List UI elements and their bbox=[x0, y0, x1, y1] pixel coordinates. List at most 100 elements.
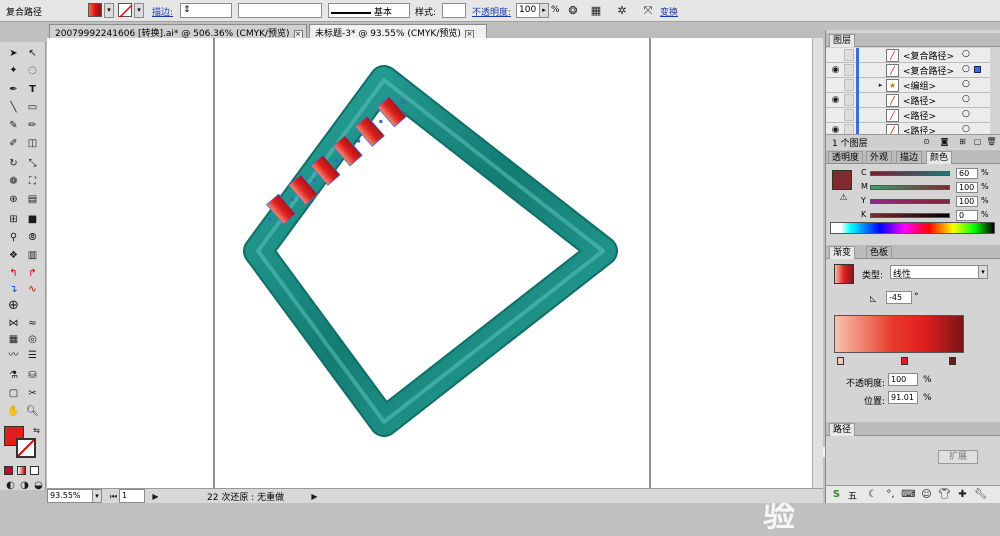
color-fill-swatch[interactable] bbox=[832, 170, 852, 190]
opacity-link[interactable]: 不透明度: bbox=[472, 5, 511, 18]
wave-tool-icon[interactable]: ≈ bbox=[24, 316, 41, 331]
stroke-color-box[interactable] bbox=[16, 438, 36, 458]
isolate-icon[interactable]: ✲ bbox=[614, 3, 630, 19]
anchor-point[interactable] bbox=[312, 178, 316, 182]
eyedropper-tool-icon[interactable]: ⚲ bbox=[5, 230, 22, 245]
ime-mode-label[interactable]: 五 bbox=[848, 489, 857, 502]
moon-icon[interactable]: ☾ bbox=[864, 487, 881, 502]
stroke-weight-field[interactable]: ⇕ bbox=[180, 3, 232, 18]
diamond-frame[interactable] bbox=[243, 65, 618, 437]
line-tool-icon[interactable]: ╲ bbox=[5, 100, 22, 115]
anchor-point[interactable] bbox=[379, 120, 383, 123]
lock-toggle[interactable] bbox=[844, 94, 854, 106]
layer-row[interactable]: ▸ ★ <编组> ○ bbox=[826, 78, 990, 93]
selection-tool-icon[interactable]: ➤ bbox=[5, 46, 22, 61]
stroke-dropdown-arrow[interactable]: ▾ bbox=[134, 3, 144, 18]
layer-row[interactable]: ╱ <复合路径> ○ bbox=[826, 48, 990, 63]
lock-toggle[interactable] bbox=[844, 64, 854, 76]
target-circle-icon[interactable]: ○ bbox=[962, 124, 970, 134]
zoom-dropdown-arrow[interactable]: ▾ bbox=[92, 489, 102, 503]
tab-layers[interactable]: 图层 bbox=[829, 34, 856, 47]
direct-selection-tool-icon[interactable]: ↖ bbox=[24, 46, 41, 61]
canvas[interactable]: Bai 经验 jingyan.baidu.com bbox=[47, 38, 898, 534]
magic-wand-tool-icon[interactable]: ✦ bbox=[5, 63, 22, 78]
channel-track[interactable] bbox=[870, 213, 950, 218]
gradient-thumbnail[interactable] bbox=[834, 264, 854, 284]
visibility-eye-icon[interactable]: ◉ bbox=[827, 63, 844, 78]
tab-appearance[interactable]: 外观 bbox=[866, 151, 893, 164]
target-circle-icon[interactable]: ○ bbox=[962, 64, 970, 74]
trash-icon[interactable]: 🗑︎ bbox=[983, 134, 1000, 149]
fill-swatch[interactable] bbox=[88, 3, 102, 17]
stroke-link[interactable]: 描边: bbox=[152, 5, 173, 18]
tab-stroke[interactable]: 描边 bbox=[896, 151, 923, 164]
recolor-icon[interactable]: ❂ bbox=[565, 3, 581, 19]
knife-tool-icon[interactable]: ✂ bbox=[24, 386, 41, 401]
layer-row[interactable]: ◉ ╱ <路径> ○ bbox=[826, 93, 990, 108]
envelope-tool-icon[interactable]: ⋈ bbox=[5, 316, 22, 331]
target-circle-icon[interactable]: ○ bbox=[962, 109, 970, 119]
channel-value[interactable]: 100 bbox=[956, 196, 978, 207]
tab-document-1[interactable]: 20079992241606 [转换].ai* @ 506.36% (CMYK/… bbox=[49, 24, 307, 39]
gradient-tool-icon[interactable]: ■ bbox=[24, 212, 41, 227]
screen-mode-icon[interactable]: ◒ bbox=[30, 478, 47, 493]
crosshair-tool-icon[interactable]: ⊕ bbox=[5, 298, 22, 313]
style-select[interactable] bbox=[442, 3, 466, 18]
symbol-sprayer-tool-icon[interactable]: ❖ bbox=[5, 248, 22, 263]
blob-brush-tool-icon[interactable]: ✐ bbox=[5, 136, 22, 151]
live-paint-tool-icon[interactable]: ▤ bbox=[24, 192, 41, 207]
pencil-tool-icon[interactable]: ✏ bbox=[24, 118, 41, 133]
emoji-icon[interactable]: ☺ bbox=[918, 487, 935, 502]
swap-colors-icon[interactable]: ⇆ bbox=[28, 423, 45, 438]
gradient-stop-1[interactable] bbox=[837, 357, 844, 365]
zoom-tool-icon[interactable]: 🔍︎ bbox=[24, 404, 41, 419]
channel-value[interactable]: 0 bbox=[956, 210, 978, 221]
shape-builder-tool-icon[interactable]: ⊕ bbox=[5, 192, 22, 207]
opacity-input[interactable]: 100 bbox=[516, 3, 540, 18]
tab-color[interactable]: 颜色 bbox=[926, 151, 953, 164]
channel-track[interactable] bbox=[870, 185, 950, 190]
convert-anchor-tool-icon[interactable]: ↴ bbox=[5, 282, 22, 297]
tab-gradient[interactable]: 渐变 bbox=[829, 246, 856, 259]
gradient-ramp[interactable] bbox=[834, 315, 964, 353]
punctuation-icon[interactable]: °, bbox=[882, 487, 899, 502]
expand-button[interactable]: 扩展 bbox=[938, 450, 978, 464]
zoom-select[interactable]: 93.55% bbox=[47, 489, 93, 503]
gradient-stop-2[interactable] bbox=[901, 357, 908, 365]
gradient-type-select[interactable]: 线性 bbox=[890, 265, 980, 280]
paintbrush-tool-icon[interactable]: ✎ bbox=[5, 118, 22, 133]
lock-toggle[interactable] bbox=[844, 79, 854, 91]
gradient-stop-3[interactable] bbox=[949, 357, 956, 365]
anchor-point[interactable] bbox=[401, 100, 405, 104]
status-arrow-icon[interactable]: ▶ bbox=[306, 489, 323, 504]
blend-tool-icon[interactable]: ⦾ bbox=[24, 230, 41, 245]
hand-tool-icon[interactable]: ✋ bbox=[5, 404, 22, 419]
variable-width-select[interactable] bbox=[238, 3, 322, 18]
paint-bucket-icon[interactable]: ⛁ bbox=[24, 368, 41, 383]
layer-row[interactable]: ╱ <路径> ○ bbox=[826, 108, 990, 123]
curve-tool-icon[interactable]: ∿ bbox=[24, 282, 41, 297]
target-circle-icon[interactable]: ○ bbox=[962, 79, 970, 89]
keyboard-icon[interactable]: ⌨ bbox=[900, 487, 917, 502]
channel-slider-k[interactable]: K 0% bbox=[861, 210, 994, 222]
pen-tool-icon[interactable]: ✒ bbox=[5, 82, 22, 97]
channel-value[interactable]: 60 bbox=[956, 168, 978, 179]
lasso-tool-icon[interactable]: ◌ bbox=[24, 63, 41, 78]
color-spectrum[interactable] bbox=[830, 222, 995, 234]
color-mode-icon[interactable] bbox=[4, 466, 13, 475]
rotate-tool-icon[interactable]: ↻ bbox=[5, 156, 22, 171]
tab-swatches[interactable]: 色板 bbox=[866, 246, 893, 259]
layer-row[interactable]: ◉ ╱ <复合路径> ○ bbox=[826, 63, 990, 78]
anchor-point[interactable] bbox=[290, 198, 294, 201]
red-segments[interactable] bbox=[265, 96, 408, 225]
align-icon[interactable]: ▦ bbox=[588, 3, 604, 19]
artboard-tool-icon[interactable]: ↰ bbox=[5, 266, 22, 281]
visibility-eye-icon[interactable] bbox=[827, 78, 844, 93]
channel-track[interactable] bbox=[870, 171, 950, 176]
expand-arrows-icon[interactable]: ⤧ bbox=[640, 3, 656, 19]
transform-link[interactable]: 变换 bbox=[660, 5, 678, 18]
lock-toggle[interactable] bbox=[844, 109, 854, 121]
channel-slider-c[interactable]: C 60% bbox=[861, 168, 994, 180]
stroke-swatch[interactable] bbox=[118, 3, 133, 18]
anchor-point[interactable] bbox=[357, 139, 361, 143]
